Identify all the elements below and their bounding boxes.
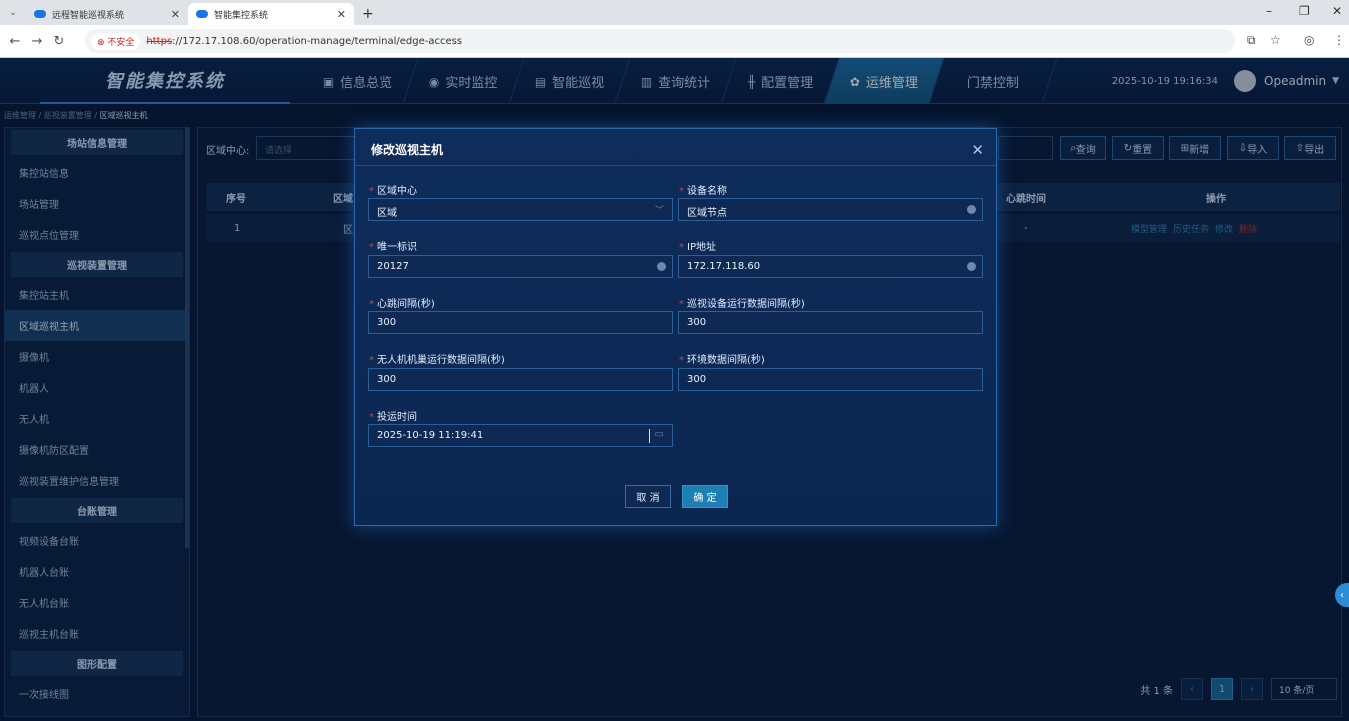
device-name-value: 区域节点	[687, 208, 727, 219]
ip-input[interactable]: 172.17.118.60	[678, 255, 983, 278]
calendar-icon[interactable]: ▭	[655, 429, 664, 440]
env-value: 300	[687, 374, 707, 385]
field-label: * 区域中心	[369, 186, 417, 197]
close-icon[interactable]: ✕	[971, 141, 984, 159]
tab-list-chevron-icon[interactable]: ⌄	[0, 8, 26, 18]
cancel-button[interactable]: 取 消	[625, 485, 671, 508]
close-window-icon[interactable]: ✕	[1332, 4, 1342, 18]
address-bar-row: ← → ↻ ⊗ 不安全 https ://172.17.108.60/opera…	[0, 25, 1349, 58]
warning-icon: ⊗	[97, 37, 108, 48]
url-field[interactable]: ⊗ 不安全 https ://172.17.108.60/operation-m…	[85, 29, 1235, 53]
url-path: ://172.17.108.60/operation-manage/termin…	[172, 35, 463, 47]
restore-icon[interactable]: ❐	[1299, 4, 1310, 18]
close-tab-icon[interactable]: ✕	[171, 8, 180, 21]
dialog-title: 修改巡视主机	[371, 143, 444, 157]
insecure-label: 不安全	[107, 37, 135, 48]
chevron-down-icon: ﹀	[654, 206, 664, 216]
dialog-divider	[355, 165, 996, 166]
reload-icon[interactable]: ↻	[48, 34, 70, 49]
text-cursor	[649, 429, 650, 443]
field-label: * 心跳间隔(秒)	[369, 299, 435, 310]
url-scheme: https	[146, 35, 173, 47]
cloud-icon	[196, 10, 208, 18]
device-name-input[interactable]: 区域节点	[678, 198, 983, 221]
env-input[interactable]: 300	[678, 368, 983, 391]
uav-nest-value: 300	[377, 374, 397, 385]
browser-tab-bar: ⌄ 远程智能巡视系统 ✕ 智能集控系统 ✕ + – ❐ ✕	[0, 0, 1349, 25]
heartbeat-input[interactable]: 300	[368, 311, 673, 334]
field-label: * 环境数据间隔(秒)	[679, 355, 765, 366]
heartbeat-label: 心跳间隔(秒)	[377, 299, 435, 310]
field-label: * 设备名称	[679, 186, 727, 197]
clear-icon[interactable]	[657, 262, 666, 271]
region-center-value: 区域	[377, 208, 397, 219]
close-tab-icon[interactable]: ✕	[337, 8, 346, 21]
commission-time-label: 投运时间	[377, 412, 417, 423]
heartbeat-value: 300	[377, 317, 397, 328]
clear-icon[interactable]	[967, 262, 976, 271]
device-run-label: 巡视设备运行数据间隔(秒)	[687, 299, 805, 310]
unique-id-input[interactable]: 20127	[368, 255, 673, 278]
field-label: * 无人机机巢运行数据间隔(秒)	[369, 355, 505, 366]
browser-menu-icon[interactable]: ⋮	[1333, 33, 1345, 47]
region-center-label: 区域中心	[377, 186, 417, 197]
bookmark-star-icon[interactable]: ☆	[1270, 33, 1281, 47]
device-run-value: 300	[687, 317, 707, 328]
browser-tab-2[interactable]: 智能集控系统 ✕	[188, 3, 354, 25]
edit-host-dialog: 修改巡视主机 ✕ * 区域中心 区域 ﹀ * 设备名称 区域节点 * 唯一标识 2012…	[354, 128, 997, 526]
field-label: * 唯一标识	[369, 242, 417, 253]
browser-tab-1-label: 远程智能巡视系统	[52, 10, 125, 21]
env-label: 环境数据间隔(秒)	[687, 355, 765, 366]
commission-time-picker[interactable]: 2025-10-19 11:19:41 ▭	[368, 424, 673, 447]
new-tab-button[interactable]: +	[354, 3, 382, 25]
browser-tab-1[interactable]: 远程智能巡视系统 ✕	[26, 3, 188, 25]
insecure-badge[interactable]: ⊗ 不安全	[91, 32, 141, 50]
confirm-button[interactable]: 确 定	[682, 485, 728, 508]
commission-time-value: 2025-10-19 11:19:41	[377, 430, 484, 441]
cloud-icon	[34, 10, 46, 18]
device-name-label: 设备名称	[687, 186, 727, 197]
forward-icon[interactable]: →	[26, 34, 48, 49]
field-label: * 投运时间	[369, 412, 417, 423]
ip-label: IP地址	[687, 242, 716, 253]
unique-id-label: 唯一标识	[377, 242, 417, 253]
unique-id-value: 20127	[377, 261, 409, 272]
region-center-select[interactable]: 区域 ﹀	[368, 198, 673, 221]
browser-tab-2-label: 智能集控系统	[214, 10, 269, 21]
field-label: * IP地址	[679, 242, 716, 253]
uav-nest-label: 无人机机巢运行数据间隔(秒)	[377, 355, 505, 366]
minimize-icon[interactable]: –	[1266, 4, 1272, 18]
uav-nest-input[interactable]: 300	[368, 368, 673, 391]
ip-value: 172.17.118.60	[687, 261, 761, 272]
translate-icon[interactable]: ⧉	[1247, 33, 1256, 48]
back-icon[interactable]: ←	[4, 34, 26, 49]
profile-icon[interactable]: ◎	[1304, 33, 1314, 47]
device-run-input[interactable]: 300	[678, 311, 983, 334]
field-label: * 巡视设备运行数据间隔(秒)	[679, 299, 805, 310]
clear-icon[interactable]	[967, 205, 976, 214]
